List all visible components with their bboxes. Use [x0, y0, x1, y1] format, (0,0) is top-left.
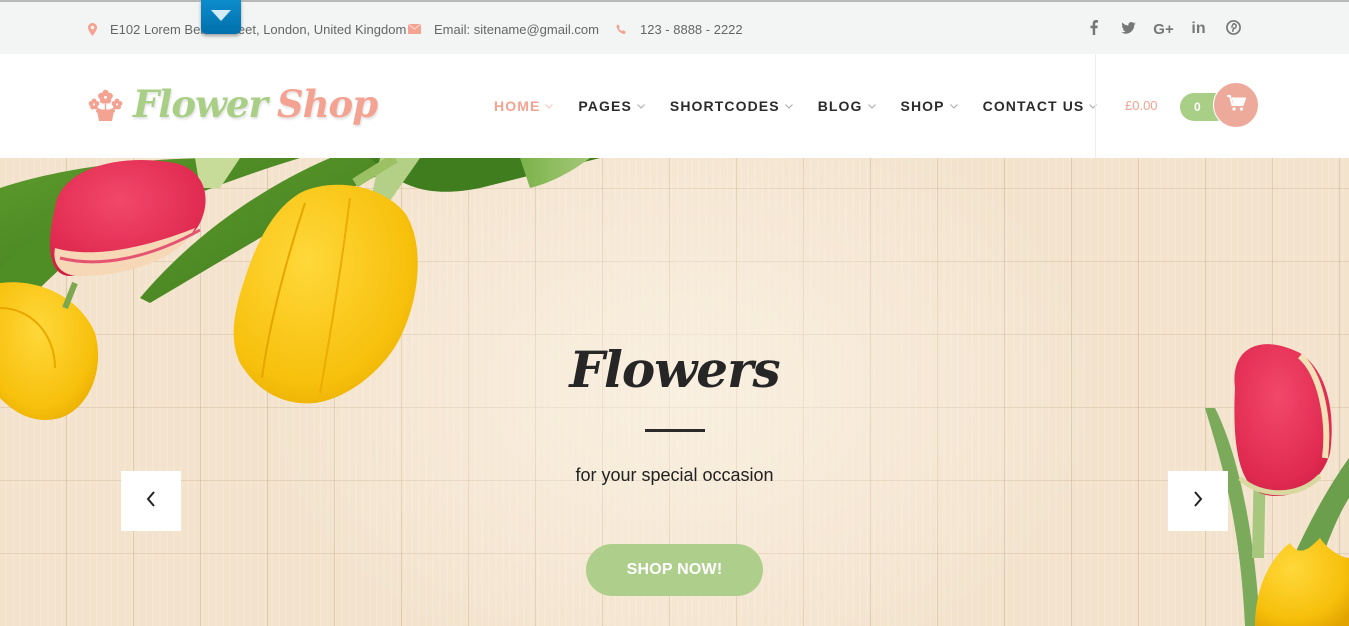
cart-button[interactable] [1213, 82, 1259, 128]
contact-address: E102 Lorem Berlin Street, London, United… [88, 2, 406, 56]
caret-down-icon [211, 8, 231, 26]
cart-count: 0 [1194, 100, 1201, 114]
chevron-down-icon [637, 103, 645, 109]
address-text: E102 Lorem Berlin Street, London, United… [110, 21, 407, 37]
slider-next-button[interactable] [1168, 471, 1228, 531]
site-logo[interactable]: Flower Shop [88, 78, 378, 130]
dropdown-toggle-button[interactable] [201, 0, 241, 34]
shopping-cart-icon [1226, 94, 1246, 116]
contact-phone: 123 - 8888 - 2222 [616, 2, 743, 56]
google-plus-link[interactable]: G+ [1146, 14, 1181, 44]
logo-word-flower: Flower [133, 82, 268, 126]
facebook-icon [1090, 19, 1098, 39]
flower-pot-icon [88, 87, 123, 121]
nav-item-pages[interactable]: PAGES [578, 98, 645, 114]
chevron-down-icon [784, 103, 793, 109]
envelope-icon [408, 24, 421, 34]
nav-label: PAGES [578, 98, 632, 114]
nav-item-shortcodes[interactable]: SHORTCODES [670, 98, 793, 114]
nav-label: SHORTCODES [669, 98, 780, 114]
nav-label: CONTACT US [982, 98, 1085, 114]
chevron-down-icon [867, 103, 876, 109]
slider-prev-button[interactable] [121, 471, 181, 531]
hero-subtitle: for your special occasion [575, 465, 774, 485]
shop-now-button[interactable]: SHOP NOW! [586, 544, 763, 596]
social-links: G+ in [1076, 2, 1251, 56]
chevron-down-icon [949, 103, 958, 109]
nav-label: SHOP [900, 98, 945, 114]
nav-label: HOME [494, 98, 541, 114]
email-text[interactable]: Email: sitename@gmail.com [434, 22, 599, 37]
twitter-icon [1121, 21, 1136, 38]
hero-slider: Flowers for your special occasion SHOP N… [0, 158, 1349, 626]
site-header: Flower Shop HOME PAGES SHORTCODES BLOG S… [0, 54, 1349, 158]
logo-word-shop: Shop [276, 82, 378, 126]
chevron-down-icon [1089, 103, 1098, 109]
hero-divider [645, 429, 705, 432]
map-marker-icon [88, 22, 97, 36]
chevron-left-icon [146, 490, 156, 512]
nav-item-blog[interactable]: BLOG [818, 98, 876, 114]
header-divider [1095, 54, 1096, 158]
chevron-right-icon [1193, 490, 1203, 512]
pinterest-icon [1226, 19, 1241, 39]
nav-label: BLOG [817, 98, 863, 114]
hero-title: Flowers [569, 340, 780, 399]
linkedin-icon: in [1191, 20, 1206, 37]
phone-text: 123 - 8888 - 2222 [640, 21, 743, 37]
pinterest-link[interactable] [1216, 14, 1251, 44]
facebook-link[interactable] [1076, 14, 1111, 44]
main-nav: HOME PAGES SHORTCODES BLOG SHOP CONTACT … [494, 54, 1122, 158]
contact-email: Email: sitename@gmail.com [408, 2, 599, 56]
phone-icon [616, 23, 627, 35]
linkedin-link[interactable]: in [1181, 14, 1216, 44]
chevron-down-icon [545, 103, 554, 109]
nav-item-shop[interactable]: SHOP [901, 98, 958, 114]
twitter-link[interactable] [1111, 14, 1146, 44]
nav-item-home[interactable]: HOME [494, 98, 554, 114]
google-plus-icon: G+ [1153, 20, 1174, 38]
cart-total: £0.00 [1125, 98, 1158, 113]
nav-item-contact-us[interactable]: CONTACT US [983, 98, 1098, 114]
